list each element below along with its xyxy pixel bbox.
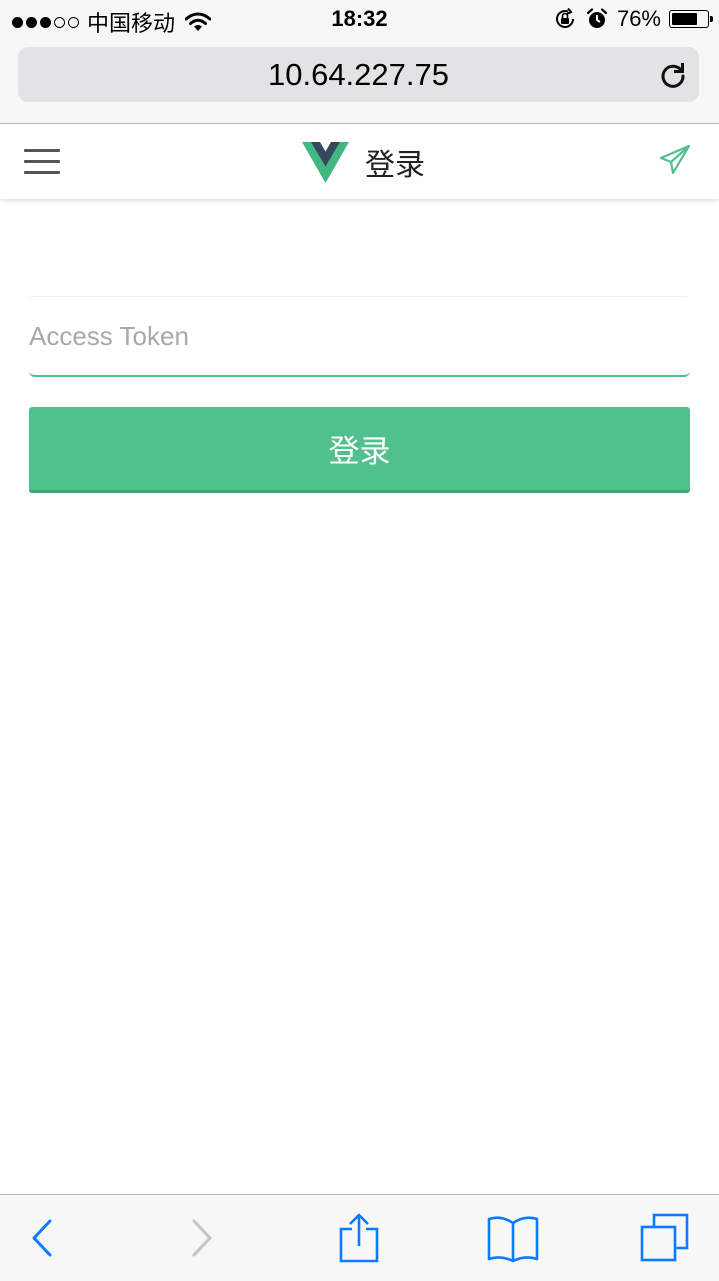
menu-icon[interactable]	[24, 149, 60, 175]
alarm-icon	[586, 8, 608, 28]
battery-icon	[669, 10, 713, 28]
vue-logo	[302, 141, 349, 183]
reload-icon[interactable]	[657, 59, 689, 91]
bookmarks-icon[interactable]	[487, 1213, 539, 1263]
access-token-input[interactable]	[29, 312, 690, 360]
page-title: 登录	[365, 149, 425, 182]
tabs-icon[interactable]	[640, 1213, 690, 1263]
app-header: 登录	[0, 124, 719, 199]
forward-icon[interactable]	[188, 1213, 216, 1263]
access-token-field	[29, 296, 690, 377]
url-text[interactable]: 10.64.227.75	[18, 57, 699, 93]
browser-top-bar: 中国移动 18:32 76% 10.64.227.75	[0, 0, 719, 124]
back-icon[interactable]	[28, 1213, 56, 1263]
login-button[interactable]: 登录	[29, 407, 690, 493]
share-icon[interactable]	[337, 1213, 381, 1263]
status-bar: 中国移动 18:32 76%	[0, 0, 719, 40]
brand: 登录	[302, 140, 425, 184]
address-bar[interactable]: 10.64.227.75	[18, 47, 699, 102]
battery-percentage: 76%	[616, 6, 661, 31]
send-icon[interactable]	[659, 144, 691, 176]
browser-toolbar	[0, 1194, 719, 1281]
status-right: 76%	[553, 6, 713, 32]
orientation-lock-icon	[555, 7, 574, 28]
